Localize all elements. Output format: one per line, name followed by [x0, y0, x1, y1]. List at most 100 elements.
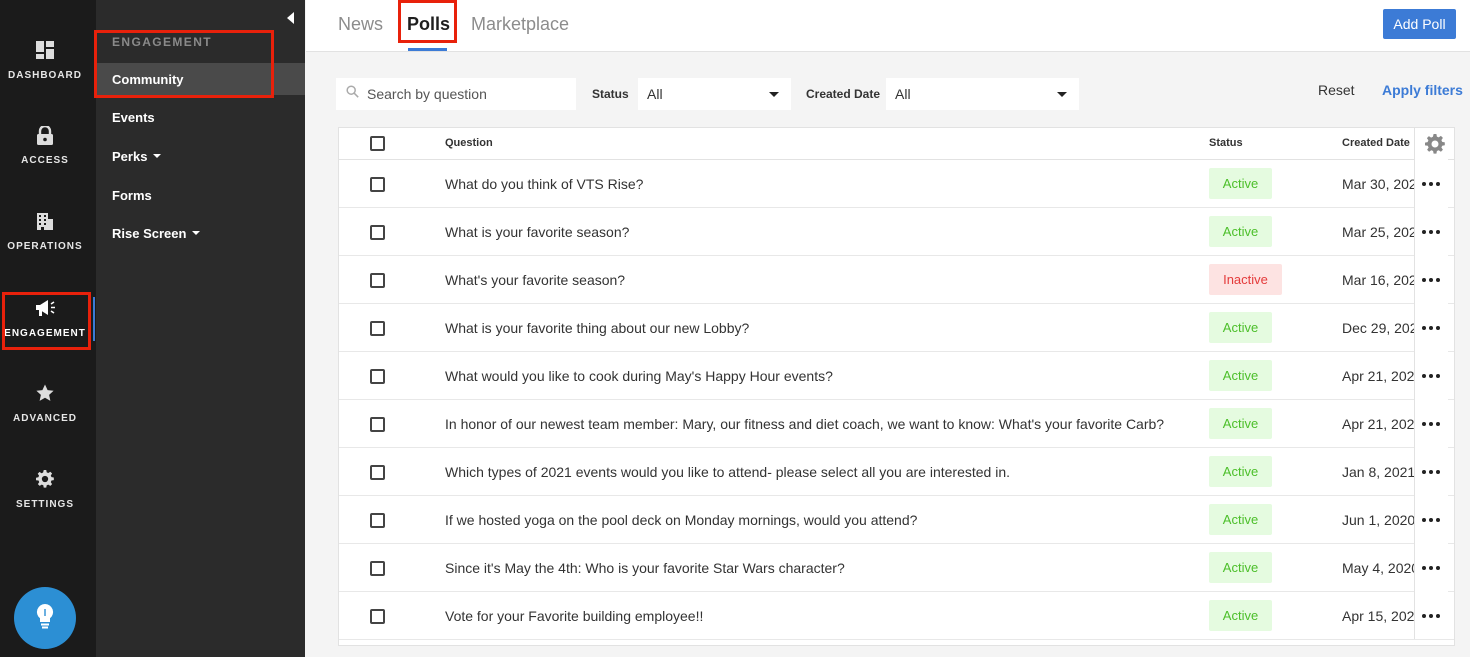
table-row[interactable]: What do you think of VTS Rise? Active Ma…	[339, 160, 1454, 208]
main-rail: DASHBOARD ACCESS OPERATIONS ENGAGEMENT A…	[0, 0, 96, 657]
question-cell: If we hosted yoga on the pool deck on Mo…	[445, 512, 918, 528]
gear-icon	[34, 468, 56, 490]
lock-icon	[34, 124, 56, 146]
apply-filters-button[interactable]: Apply filters	[1382, 82, 1463, 98]
more-options-icon[interactable]	[1418, 514, 1444, 526]
status-badge: Active	[1209, 552, 1272, 583]
status-filter-label: Status	[592, 87, 629, 101]
date-cell: Jun 1, 2020	[1342, 512, 1414, 528]
subnav-item-label: Perks	[112, 148, 148, 164]
more-options-icon[interactable]	[1418, 178, 1444, 190]
rail-item-settings[interactable]: SETTINGS	[0, 454, 90, 524]
status-badge: Active	[1209, 408, 1272, 439]
reset-button[interactable]: Reset	[1318, 82, 1355, 98]
row-checkbox[interactable]	[370, 369, 385, 384]
row-checkbox[interactable]	[370, 465, 385, 480]
status-badge: Active	[1209, 504, 1272, 535]
rail-label: DASHBOARD	[8, 70, 82, 81]
created-date-select[interactable]: All	[886, 78, 1079, 110]
column-header-created-date[interactable]: Created Date	[1342, 137, 1410, 149]
dashboard-icon	[34, 39, 56, 61]
add-poll-button[interactable]: Add Poll	[1383, 9, 1456, 39]
collapse-arrow-icon[interactable]	[287, 12, 294, 24]
table-row[interactable]: Since it's May the 4th: Who is your favo…	[339, 544, 1454, 592]
column-settings-gear-icon[interactable]	[1425, 134, 1445, 159]
row-checkbox[interactable]	[370, 561, 385, 576]
rail-item-operations[interactable]: OPERATIONS	[0, 196, 90, 266]
subnav-item-rise-screen[interactable]: Rise Screen	[96, 217, 305, 249]
more-options-icon[interactable]	[1418, 418, 1444, 430]
row-checkbox[interactable]	[370, 225, 385, 240]
select-all-checkbox[interactable]	[370, 136, 385, 151]
status-badge: Active	[1209, 360, 1272, 391]
question-cell: In honor of our newest team member: Mary…	[445, 416, 1165, 432]
date-cell: Apr 21, 2021	[1342, 416, 1414, 432]
more-options-icon[interactable]	[1418, 226, 1444, 238]
status-select[interactable]: All	[638, 78, 791, 110]
status-badge: Active	[1209, 216, 1272, 247]
question-cell: Since it's May the 4th: Who is your favo…	[445, 560, 845, 576]
created-date-filter-label: Created Date	[806, 87, 881, 101]
subnav-item-perks[interactable]: Perks	[96, 140, 305, 172]
search-input[interactable]	[367, 86, 557, 102]
table-row[interactable]: What's your favorite season? Inactive Ma…	[339, 256, 1454, 304]
caret-down-icon	[192, 231, 201, 235]
more-options-icon[interactable]	[1418, 274, 1444, 286]
more-options-icon[interactable]	[1418, 466, 1444, 478]
row-checkbox[interactable]	[370, 177, 385, 192]
status-badge: Active	[1209, 456, 1272, 487]
row-checkbox[interactable]	[370, 417, 385, 432]
table-row[interactable]: If we hosted yoga on the pool deck on Mo…	[339, 496, 1454, 544]
row-checkbox[interactable]	[370, 273, 385, 288]
row-checkbox[interactable]	[370, 609, 385, 624]
table-row[interactable]: Which types of 2021 events would you lik…	[339, 448, 1454, 496]
search-box[interactable]	[336, 78, 576, 110]
status-badge: Active	[1209, 312, 1272, 343]
tab-marketplace[interactable]: Marketplace	[471, 14, 569, 35]
date-cell: Mar 16, 2021	[1342, 272, 1414, 288]
table-row[interactable]: What would you like to cook during May's…	[339, 352, 1454, 400]
polls-table: Question Status Created Date What do you…	[338, 127, 1455, 646]
table-row[interactable]: What is your favorite season? Active Mar…	[339, 208, 1454, 256]
question-cell: Which types of 2021 events would you lik…	[445, 464, 1010, 480]
dropdown-arrow-icon	[769, 92, 779, 97]
status-badge: Active	[1209, 168, 1272, 199]
building-icon	[34, 210, 56, 232]
date-cell: May 4, 2020	[1342, 560, 1414, 576]
question-cell: What would you like to cook during May's…	[445, 368, 833, 384]
rail-item-access[interactable]: ACCESS	[0, 110, 90, 180]
more-options-icon[interactable]	[1418, 370, 1444, 382]
more-options-icon[interactable]	[1418, 322, 1444, 334]
question-cell: What is your favorite season?	[445, 224, 630, 240]
dropdown-arrow-icon	[1057, 92, 1067, 97]
more-options-icon[interactable]	[1418, 562, 1444, 574]
table-header: Question Status Created Date	[339, 128, 1454, 160]
status-badge: Active	[1209, 600, 1272, 631]
question-cell: What is your favorite thing about our ne…	[445, 320, 750, 336]
subnav-item-label: Rise Screen	[112, 225, 187, 241]
table-row[interactable]: In honor of our newest team member: Mary…	[339, 400, 1454, 448]
rail-label: ADVANCED	[13, 413, 77, 424]
rail-item-dashboard[interactable]: DASHBOARD	[0, 25, 90, 95]
help-button[interactable]	[14, 587, 76, 649]
column-header-status: Status	[1209, 137, 1243, 149]
date-cell: Dec 29, 2020	[1342, 320, 1414, 336]
subnav-item-label: Forms	[112, 187, 152, 203]
active-tab-underline	[408, 48, 447, 51]
table-row[interactable]: Vote for your Favorite building employee…	[339, 592, 1454, 640]
search-icon	[346, 85, 359, 103]
tab-news[interactable]: News	[338, 14, 383, 35]
active-indicator	[93, 297, 95, 341]
rail-label: SETTINGS	[15, 499, 74, 510]
subnav-item-events[interactable]: Events	[96, 101, 305, 133]
date-cell: Mar 30, 2021	[1342, 176, 1414, 192]
row-checkbox[interactable]	[370, 321, 385, 336]
more-options-icon[interactable]	[1418, 610, 1444, 622]
table-row[interactable]: What is your favorite thing about our ne…	[339, 304, 1454, 352]
sub-sidebar: ENGAGEMENT Community Events Perks Forms …	[96, 0, 305, 657]
question-cell: Vote for your Favorite building employee…	[445, 608, 704, 624]
subnav-item-forms[interactable]: Forms	[96, 179, 305, 211]
star-icon	[34, 382, 56, 404]
row-checkbox[interactable]	[370, 513, 385, 528]
rail-item-advanced[interactable]: ADVANCED	[0, 368, 90, 438]
